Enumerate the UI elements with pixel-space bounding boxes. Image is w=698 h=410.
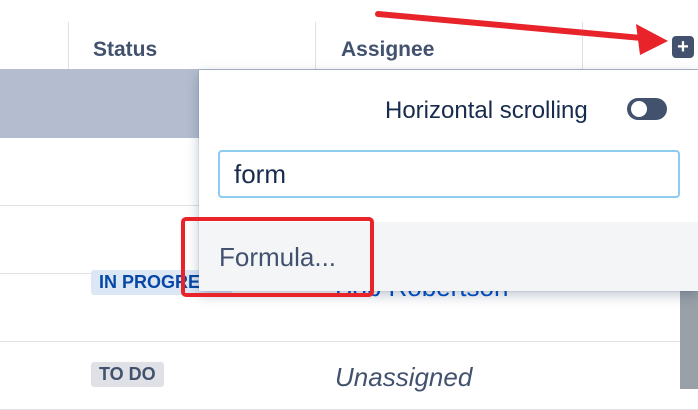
- annotation-arrow-icon: [375, 11, 668, 55]
